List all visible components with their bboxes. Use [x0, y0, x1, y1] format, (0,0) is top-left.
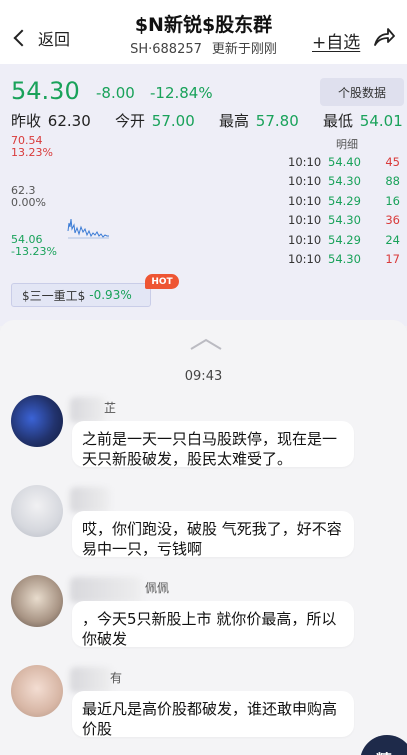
- blurred-username: [70, 397, 106, 423]
- hot-badge: HOT: [145, 274, 179, 289]
- blurred-username: [70, 487, 110, 513]
- message-bubble[interactable]: 之前是一天一只白马股跌停，现在是一天只新股破发，股民太难受了。: [72, 421, 354, 468]
- trade-time: 10:10: [288, 154, 322, 169]
- trade-time: 10:10: [288, 174, 322, 189]
- chevron-up-icon[interactable]: [189, 338, 223, 350]
- prev-close: 昨收 62.30: [11, 110, 91, 131]
- trade-details-list: 10:10 54.40 45 10:10 54.30 88 10:10 54.2…: [288, 152, 402, 269]
- trade-row: 10:10 54.30 36: [288, 211, 402, 231]
- trade-row: 10:10 54.30 17: [288, 250, 402, 270]
- axis-mid: 62.3 0.00%: [11, 185, 46, 209]
- trade-price: 54.40: [328, 154, 361, 169]
- avatar[interactable]: [11, 665, 63, 717]
- message-bubble[interactable]: 哎，你们跑没，破股 气死我了，好不容易中一只，亏钱啊: [72, 511, 354, 558]
- prev-close-label: 昨收: [11, 112, 42, 130]
- price-change-pct: -12.84%: [150, 84, 213, 102]
- trade-qty: 17: [385, 252, 400, 267]
- username: 佩佩: [145, 581, 170, 595]
- stock-data-button[interactable]: 个股数据: [320, 78, 404, 106]
- trade-row: 10:10 54.40 45: [288, 152, 402, 172]
- prev-close-value: 62.30: [47, 112, 91, 130]
- axis-top-pct: 13.23%: [11, 146, 53, 159]
- related-stock-pct: -0.93%: [89, 288, 132, 302]
- open-value: 57.00: [151, 112, 195, 130]
- trade-row: 10:10 54.30 88: [288, 172, 402, 192]
- open-price: 今开 57.00: [115, 110, 195, 131]
- current-price: 54.30: [11, 77, 80, 105]
- axis-bottom: 54.06 -13.23%: [11, 234, 57, 258]
- trade-qty: 45: [385, 154, 400, 169]
- trade-time: 10:10: [288, 232, 322, 247]
- trade-row: 10:10 54.29 24: [288, 230, 402, 250]
- high-price: 最高 57.80: [219, 110, 299, 131]
- quote-panel[interactable]: 54.30 -8.00 -12.84% 个股数据 昨收 62.30 今开 57.…: [0, 64, 407, 326]
- high-value: 57.80: [255, 112, 299, 130]
- avatar[interactable]: [11, 395, 63, 447]
- username: 有: [110, 671, 123, 685]
- low-value: 54.01: [359, 112, 403, 130]
- axis-top: 70.54 13.23%: [11, 135, 53, 159]
- trade-qty: 16: [385, 193, 400, 208]
- trade-qty: 36: [385, 213, 400, 228]
- blurred-username: [70, 667, 112, 693]
- trade-qty: 24: [385, 232, 400, 247]
- detail-label[interactable]: 明细: [336, 136, 358, 152]
- low-price: 最低 54.01: [323, 110, 403, 131]
- axis-bottom-pct: -13.23%: [11, 245, 57, 258]
- related-stock-name: $三一重工$: [22, 288, 86, 303]
- open-label: 今开: [115, 112, 146, 130]
- axis-mid-pct: 0.00%: [11, 196, 46, 209]
- message-bubble[interactable]: ，今天5只新股上市 就你价最高，所以你破发: [72, 601, 354, 648]
- intraday-price-line: [67, 218, 109, 239]
- username: 芷: [104, 401, 117, 415]
- stock-code: SH·688257: [130, 42, 202, 57]
- trade-price: 54.30: [328, 174, 361, 189]
- price-change: -8.00: [96, 84, 135, 102]
- trade-time: 10:10: [288, 252, 322, 267]
- trade-row: 10:10 54.29 16: [288, 191, 402, 211]
- blurred-username: [70, 577, 142, 603]
- high-label: 最高: [219, 112, 250, 130]
- related-stock-tag[interactable]: $三一重工$ -0.93%: [11, 283, 151, 307]
- trade-time: 10:10: [288, 193, 322, 208]
- message-bubble[interactable]: 最近凡是高价股都破发，谁还敢申购高价股: [72, 691, 354, 738]
- nav-header: 返回 $N新锐$股东群 SH·688257 更新于刚刚 +自选: [0, 0, 407, 64]
- avatar[interactable]: [11, 485, 63, 537]
- trade-price: 54.29: [328, 232, 361, 247]
- avatar[interactable]: [11, 575, 63, 627]
- share-icon[interactable]: [372, 26, 396, 48]
- trade-price: 54.30: [328, 252, 361, 267]
- trade-time: 10:10: [288, 213, 322, 228]
- trade-qty: 88: [385, 174, 400, 189]
- chat-timestamp: 09:43: [184, 369, 223, 384]
- group-chat-panel[interactable]: 09:43 芷 之前是一天一只白马股跌停，现在是一天只新股破发，股民太难受了。 …: [0, 320, 407, 755]
- trade-price: 54.29: [328, 193, 361, 208]
- low-label: 最低: [323, 112, 354, 130]
- trade-price: 54.30: [328, 213, 361, 228]
- add-favorite-button[interactable]: +自选: [312, 28, 360, 53]
- update-status: 更新于刚刚: [211, 42, 277, 57]
